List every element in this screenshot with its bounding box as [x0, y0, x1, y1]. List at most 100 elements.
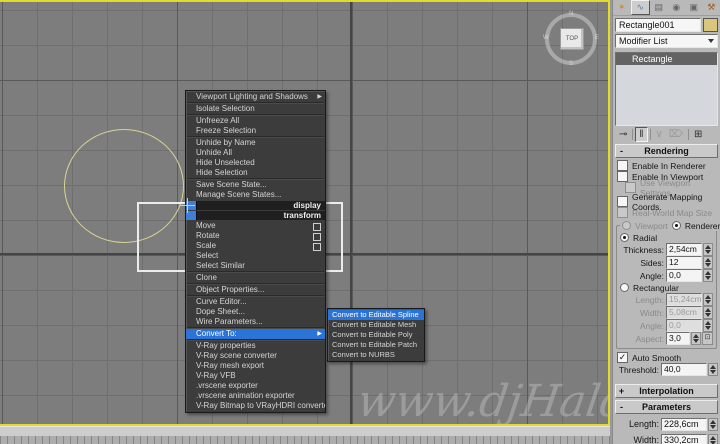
radial-radio-row[interactable]: Radial	[620, 232, 715, 243]
modify-tab-icon[interactable]: ∿	[631, 0, 651, 15]
radial-radio[interactable]	[620, 233, 629, 242]
menu-item-scale[interactable]: Scale	[186, 241, 325, 251]
menu-item-manage-scene-states[interactable]: Manage Scene States...	[186, 190, 325, 200]
menu-item-vray-bitmap-to-vrayhdri[interactable]: V-Ray Bitmap to VRayHDRI converter	[186, 401, 325, 411]
menu-item-select[interactable]: Select	[186, 251, 325, 261]
enable-in-renderer-checkbox[interactable]	[617, 160, 628, 171]
angle-field[interactable]: 0,0	[666, 269, 702, 282]
angle-spinner[interactable]	[703, 269, 713, 282]
motion-tab-icon[interactable]: ◉	[668, 0, 686, 15]
quad-header-transform[interactable]: transform	[186, 211, 325, 220]
menu-item-select-similar[interactable]: Select Similar	[186, 261, 325, 271]
menu-item-dope-sheet[interactable]: Dope Sheet...	[186, 307, 325, 317]
menu-item-hide-unselected[interactable]: Hide Unselected	[186, 158, 325, 168]
show-end-result-icon[interactable]: ‖	[635, 127, 647, 142]
submenu-item-convert-to-editable-spline[interactable]: Convert to Editable Spline	[328, 310, 424, 320]
renderer-radio-row[interactable]: Renderer	[670, 220, 720, 231]
menu-item-isolate-selection[interactable]: Isolate Selection	[186, 104, 325, 114]
submenu-item-convert-to-editable-mesh[interactable]: Convert to Editable Mesh	[328, 320, 424, 330]
thickness-spinner[interactable]	[703, 243, 713, 256]
modifier-stack[interactable]: Rectangle	[615, 52, 718, 126]
auto-smooth-checkbox[interactable]: ✓	[617, 352, 628, 363]
angle2-field: 0,0	[666, 319, 702, 332]
settings-box-icon[interactable]	[313, 223, 321, 231]
menu-item-vray-mesh-export[interactable]: V-Ray mesh export	[186, 361, 325, 371]
remove-modifier-icon[interactable]: ⌦	[666, 128, 686, 141]
aspect-lock-icon[interactable]: ⊡	[702, 332, 713, 345]
param-length-field[interactable]: 228,6cm	[661, 418, 707, 431]
param-width-spinner[interactable]	[708, 434, 718, 444]
width-row: Width: 5,08cm	[618, 306, 713, 319]
threshold-field[interactable]: 40,0	[661, 363, 707, 376]
modifier-list-dropdown[interactable]: Modifier List	[615, 34, 718, 48]
renderer-radio[interactable]	[672, 221, 681, 230]
real-world-map-size-row: Real-World Map Size	[617, 207, 720, 218]
pin-stack-icon[interactable]: ⊸	[616, 128, 630, 141]
sides-field[interactable]: 12	[666, 256, 702, 269]
collapse-icon: -	[616, 146, 627, 156]
thickness-field[interactable]: 2,54cm	[666, 243, 702, 256]
generate-mapping-coords-checkbox[interactable]	[617, 196, 628, 207]
rectangular-radio[interactable]	[620, 283, 629, 292]
submenu-item-convert-to-editable-poly[interactable]: Convert to Editable Poly	[328, 330, 424, 340]
threshold-spinner[interactable]	[708, 363, 718, 376]
aspect-spinner[interactable]	[691, 332, 701, 345]
menu-item-unfreeze-all[interactable]: Unfreeze All	[186, 116, 325, 126]
menu-item-hide-selection[interactable]: Hide Selection	[186, 168, 325, 178]
auto-smooth-row[interactable]: ✓ Auto Smooth	[617, 352, 720, 363]
viewcube[interactable]: TOP N S W E	[545, 13, 597, 65]
submenu-item-convert-to-nurbs[interactable]: Convert to NURBS	[328, 350, 424, 360]
object-color-swatch[interactable]	[703, 18, 718, 32]
menu-item-move[interactable]: Move	[186, 221, 325, 231]
menu-item-viewport-lighting-and-shadows[interactable]: Viewport Lighting and Shadows ▶	[186, 92, 325, 102]
viewcube-east-label: E	[595, 35, 599, 41]
sides-spinner[interactable]	[703, 256, 713, 269]
hierarchy-tab-icon[interactable]: ▤	[650, 0, 668, 15]
parameters-rollout-header[interactable]: - Parameters	[615, 400, 718, 414]
configure-modifier-sets-icon[interactable]: ⊞	[691, 128, 705, 141]
enable-in-viewport-checkbox[interactable]	[617, 171, 628, 182]
timeline-ticks[interactable]	[0, 436, 610, 444]
object-name-field[interactable]: Rectangle001	[615, 18, 701, 32]
menu-item-clone[interactable]: Clone	[186, 273, 325, 283]
menu-item-unhide-all[interactable]: Unhide All	[186, 148, 325, 158]
menu-item-object-properties[interactable]: Object Properties...	[186, 285, 325, 295]
menu-item-vray-scene-converter[interactable]: V-Ray scene converter	[186, 351, 325, 361]
display-tab-icon[interactable]: ▣	[685, 0, 703, 15]
make-unique-icon[interactable]: ∨	[653, 128, 666, 141]
application-window: TOP N S W E www.djHaldevs Viewport Light…	[0, 0, 720, 444]
enable-in-renderer-row[interactable]: Enable In Renderer	[617, 160, 720, 171]
toolbar-divider	[688, 129, 689, 140]
menu-item-unhide-by-name[interactable]: Unhide by Name	[186, 138, 325, 148]
watermark-text: www.djHaldevs	[354, 376, 610, 426]
interpolation-rollout-header[interactable]: + Interpolation	[615, 384, 718, 398]
menu-item-vrscene-animation-exporter[interactable]: .vrscene animation exporter	[186, 391, 325, 401]
expand-icon: +	[616, 386, 627, 396]
modifier-stack-item-rectangle[interactable]: Rectangle	[616, 53, 717, 65]
settings-box-icon[interactable]	[313, 243, 321, 251]
param-width-field[interactable]: 330,2cm	[661, 434, 707, 444]
rendering-rollout-header[interactable]: - Rendering	[615, 144, 718, 158]
create-tab-icon[interactable]: ✶	[613, 0, 631, 15]
menu-item-convert-to[interactable]: Convert To: ▶	[186, 329, 325, 339]
settings-box-icon[interactable]	[313, 233, 321, 241]
menu-item-rotate[interactable]: Rotate	[186, 231, 325, 241]
viewcube-top-face[interactable]: TOP	[560, 28, 584, 50]
angle2-row: Angle: 0,0	[618, 319, 713, 332]
renderer-settings-group: Viewport Renderer Radial Thickness: 2,54…	[616, 225, 717, 349]
aspect-field[interactable]: 3,0	[666, 332, 690, 345]
submenu-item-convert-to-editable-patch[interactable]: Convert to Editable Patch	[328, 340, 424, 350]
menu-item-curve-editor[interactable]: Curve Editor...	[186, 297, 325, 307]
param-length-spinner[interactable]	[708, 418, 718, 431]
quad-header-display[interactable]: display	[186, 201, 325, 210]
menu-item-vray-properties[interactable]: V-Ray properties	[186, 341, 325, 351]
menu-item-freeze-selection[interactable]: Freeze Selection	[186, 126, 325, 136]
menu-item-vray-vfb[interactable]: V-Ray VFB	[186, 371, 325, 381]
viewport-top[interactable]: TOP N S W E www.djHaldevs Viewport Light…	[0, 0, 610, 426]
menu-item-wire-parameters[interactable]: Wire Parameters...	[186, 317, 325, 327]
rectangular-radio-row[interactable]: Rectangular	[620, 282, 715, 293]
utilities-tab-icon[interactable]: ⚒	[703, 0, 720, 15]
generate-mapping-coords-row[interactable]: Generate Mapping Coords.	[617, 196, 720, 207]
menu-item-vrscene-exporter[interactable]: .vrscene exporter	[186, 381, 325, 391]
menu-item-save-scene-state[interactable]: Save Scene State...	[186, 180, 325, 190]
